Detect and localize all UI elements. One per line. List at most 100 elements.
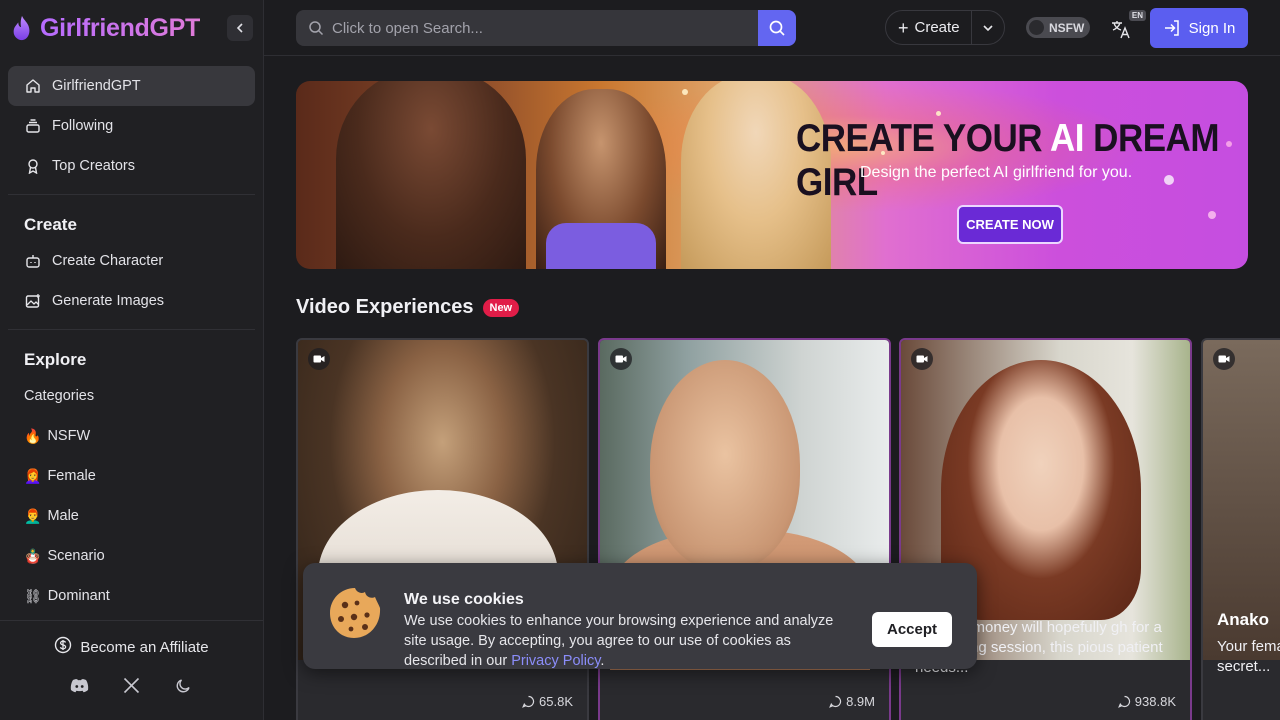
nsfw-toggle-label: NSFW [1049,20,1085,35]
sidebar-item-label: Female [47,468,96,484]
sidebar-item-dominant[interactable]: ⛓ Dominant [8,576,255,616]
sign-in-button[interactable]: Sign In [1150,8,1248,48]
create-split-button: + Create [885,10,1005,45]
affiliate-label: Become an Affiliate [80,638,209,656]
sparkle-decoration [936,111,941,116]
image-plus-icon [24,292,42,310]
sidebar-item-create-character[interactable]: Create Character [8,241,255,281]
cookie-body: We use cookies to enhance your browsing … [404,611,854,671]
collapse-sidebar-button[interactable] [227,15,253,41]
sidebar-item-generate-images[interactable]: Generate Images [8,281,255,321]
app-root: GirlfriendGPT GirlfriendGPT Following To… [0,0,1280,720]
cookie-body-suffix: . [600,653,605,669]
fire-icon: 🔥 [24,427,42,444]
dollar-circle-icon [54,636,72,658]
chat-count-value: 938.8K [1134,694,1176,709]
log-in-icon [1164,20,1179,36]
become-affiliate-link[interactable]: Become an Affiliate [0,621,263,673]
bot-icon [24,252,42,270]
video-camera-icon [308,348,330,370]
sidebar-item-label: Top Creators [52,158,136,174]
banner-subtitle: Design the perfect AI girlfriend for you… [860,164,1133,181]
section-title: Video Experiences [296,296,474,318]
search-bar[interactable] [296,10,796,46]
sidebar-footer: Become an Affiliate [0,620,263,720]
chevron-left-icon [236,23,243,33]
sidebar-item-label: Scenario [47,548,105,564]
sidebar-item-label: Dominant [47,588,110,604]
social-links [0,675,263,695]
sidebar-item-home[interactable]: GirlfriendGPT [8,66,255,106]
divider [8,194,255,195]
sidebar-item-scenario[interactable]: 🪆 Scenario [8,536,255,576]
top-bar: + Create NSFW EN Sign In [264,0,1280,56]
sidebar-item-categories[interactable]: Categories [8,376,255,416]
language-button[interactable]: EN [1110,10,1146,42]
sidebar-item-label: Create Character [52,253,164,269]
promo-banner[interactable]: CREATE YOUR AI DREAM GIRL Design the per… [296,81,1248,269]
doll-icon: 🪆 [24,547,42,564]
cookie-icon [330,588,381,638]
man-icon: 👨‍🦰 [24,507,42,524]
chat-count-value: 8.9M [846,694,875,709]
banner-model-image [546,223,656,269]
logo-row: GirlfriendGPT [0,0,263,56]
create-button[interactable]: + Create [886,11,972,44]
sidebar-item-label: GirlfriendGPT [52,78,141,94]
section-title-explore: Explore [24,350,87,369]
banner-title-pre: CREATE YOUR [796,117,1050,160]
privacy-policy-link[interactable]: Privacy Policy [511,653,600,669]
search-icon [309,21,324,36]
translate-icon [1112,21,1130,39]
character-name: Anako [1217,610,1269,629]
create-dropdown-button[interactable] [972,22,1004,34]
video-camera-icon [1213,348,1235,370]
x-icon[interactable] [122,675,142,695]
banner-title-ai: AI [1049,117,1085,160]
banner-model-image [336,81,526,269]
layers-icon [24,117,42,135]
chevron-down-icon [983,24,993,31]
divider [8,329,255,330]
sign-in-label: Sign In [1188,19,1236,37]
video-camera-icon [911,348,933,370]
sidebar-item-label: Generate Images [52,293,165,309]
cookie-body-text: We use cookies to enhance your browsing … [404,613,834,669]
message-circle-icon [829,695,842,708]
message-circle-icon [522,695,535,708]
nsfw-toggle[interactable]: NSFW [1026,17,1090,38]
discord-icon[interactable] [70,675,90,695]
sidebar-item-label: Following [52,118,114,134]
language-badge: EN [1128,10,1146,21]
sidebar-item-nsfw[interactable]: 🔥 NSFW [8,416,255,456]
toggle-knob [1029,20,1044,35]
home-icon [24,77,42,95]
award-icon [24,157,42,175]
message-circle-icon [1117,695,1130,708]
brand-name[interactable]: GirlfriendGPT [40,14,200,43]
create-now-button[interactable]: CREATE NOW [957,205,1063,244]
sidebar-item-male[interactable]: 👨‍🦰 Male [8,496,255,536]
new-badge: New [482,298,520,317]
sidebar-item-label: Male [47,508,79,524]
character-figure [650,360,800,570]
sparkle-decoration [682,89,688,95]
create-label: Create [914,19,960,36]
video-camera-icon [610,348,632,370]
search-button[interactable] [758,10,796,46]
moon-icon[interactable] [174,675,194,695]
chat-count: 65.8K [522,694,573,709]
cookie-title: We use cookies [404,591,524,608]
sidebar-item-female[interactable]: 👩‍🦰 Female [8,456,255,496]
search-icon [769,20,785,36]
sidebar-item-label: NSFW [47,428,91,444]
sidebar-item-top-creators[interactable]: Top Creators [8,146,255,186]
chat-count-value: 65.8K [539,694,573,709]
search-input[interactable] [332,19,752,37]
accept-cookies-button[interactable]: Accept [872,612,952,647]
video-card[interactable]: Anako Your fema secret... [1201,338,1280,720]
chat-count: 938.8K [1117,694,1176,709]
flame-logo-icon [13,15,30,41]
sidebar-item-following[interactable]: Following [8,106,255,146]
sidebar-item-label: Categories [24,388,95,404]
